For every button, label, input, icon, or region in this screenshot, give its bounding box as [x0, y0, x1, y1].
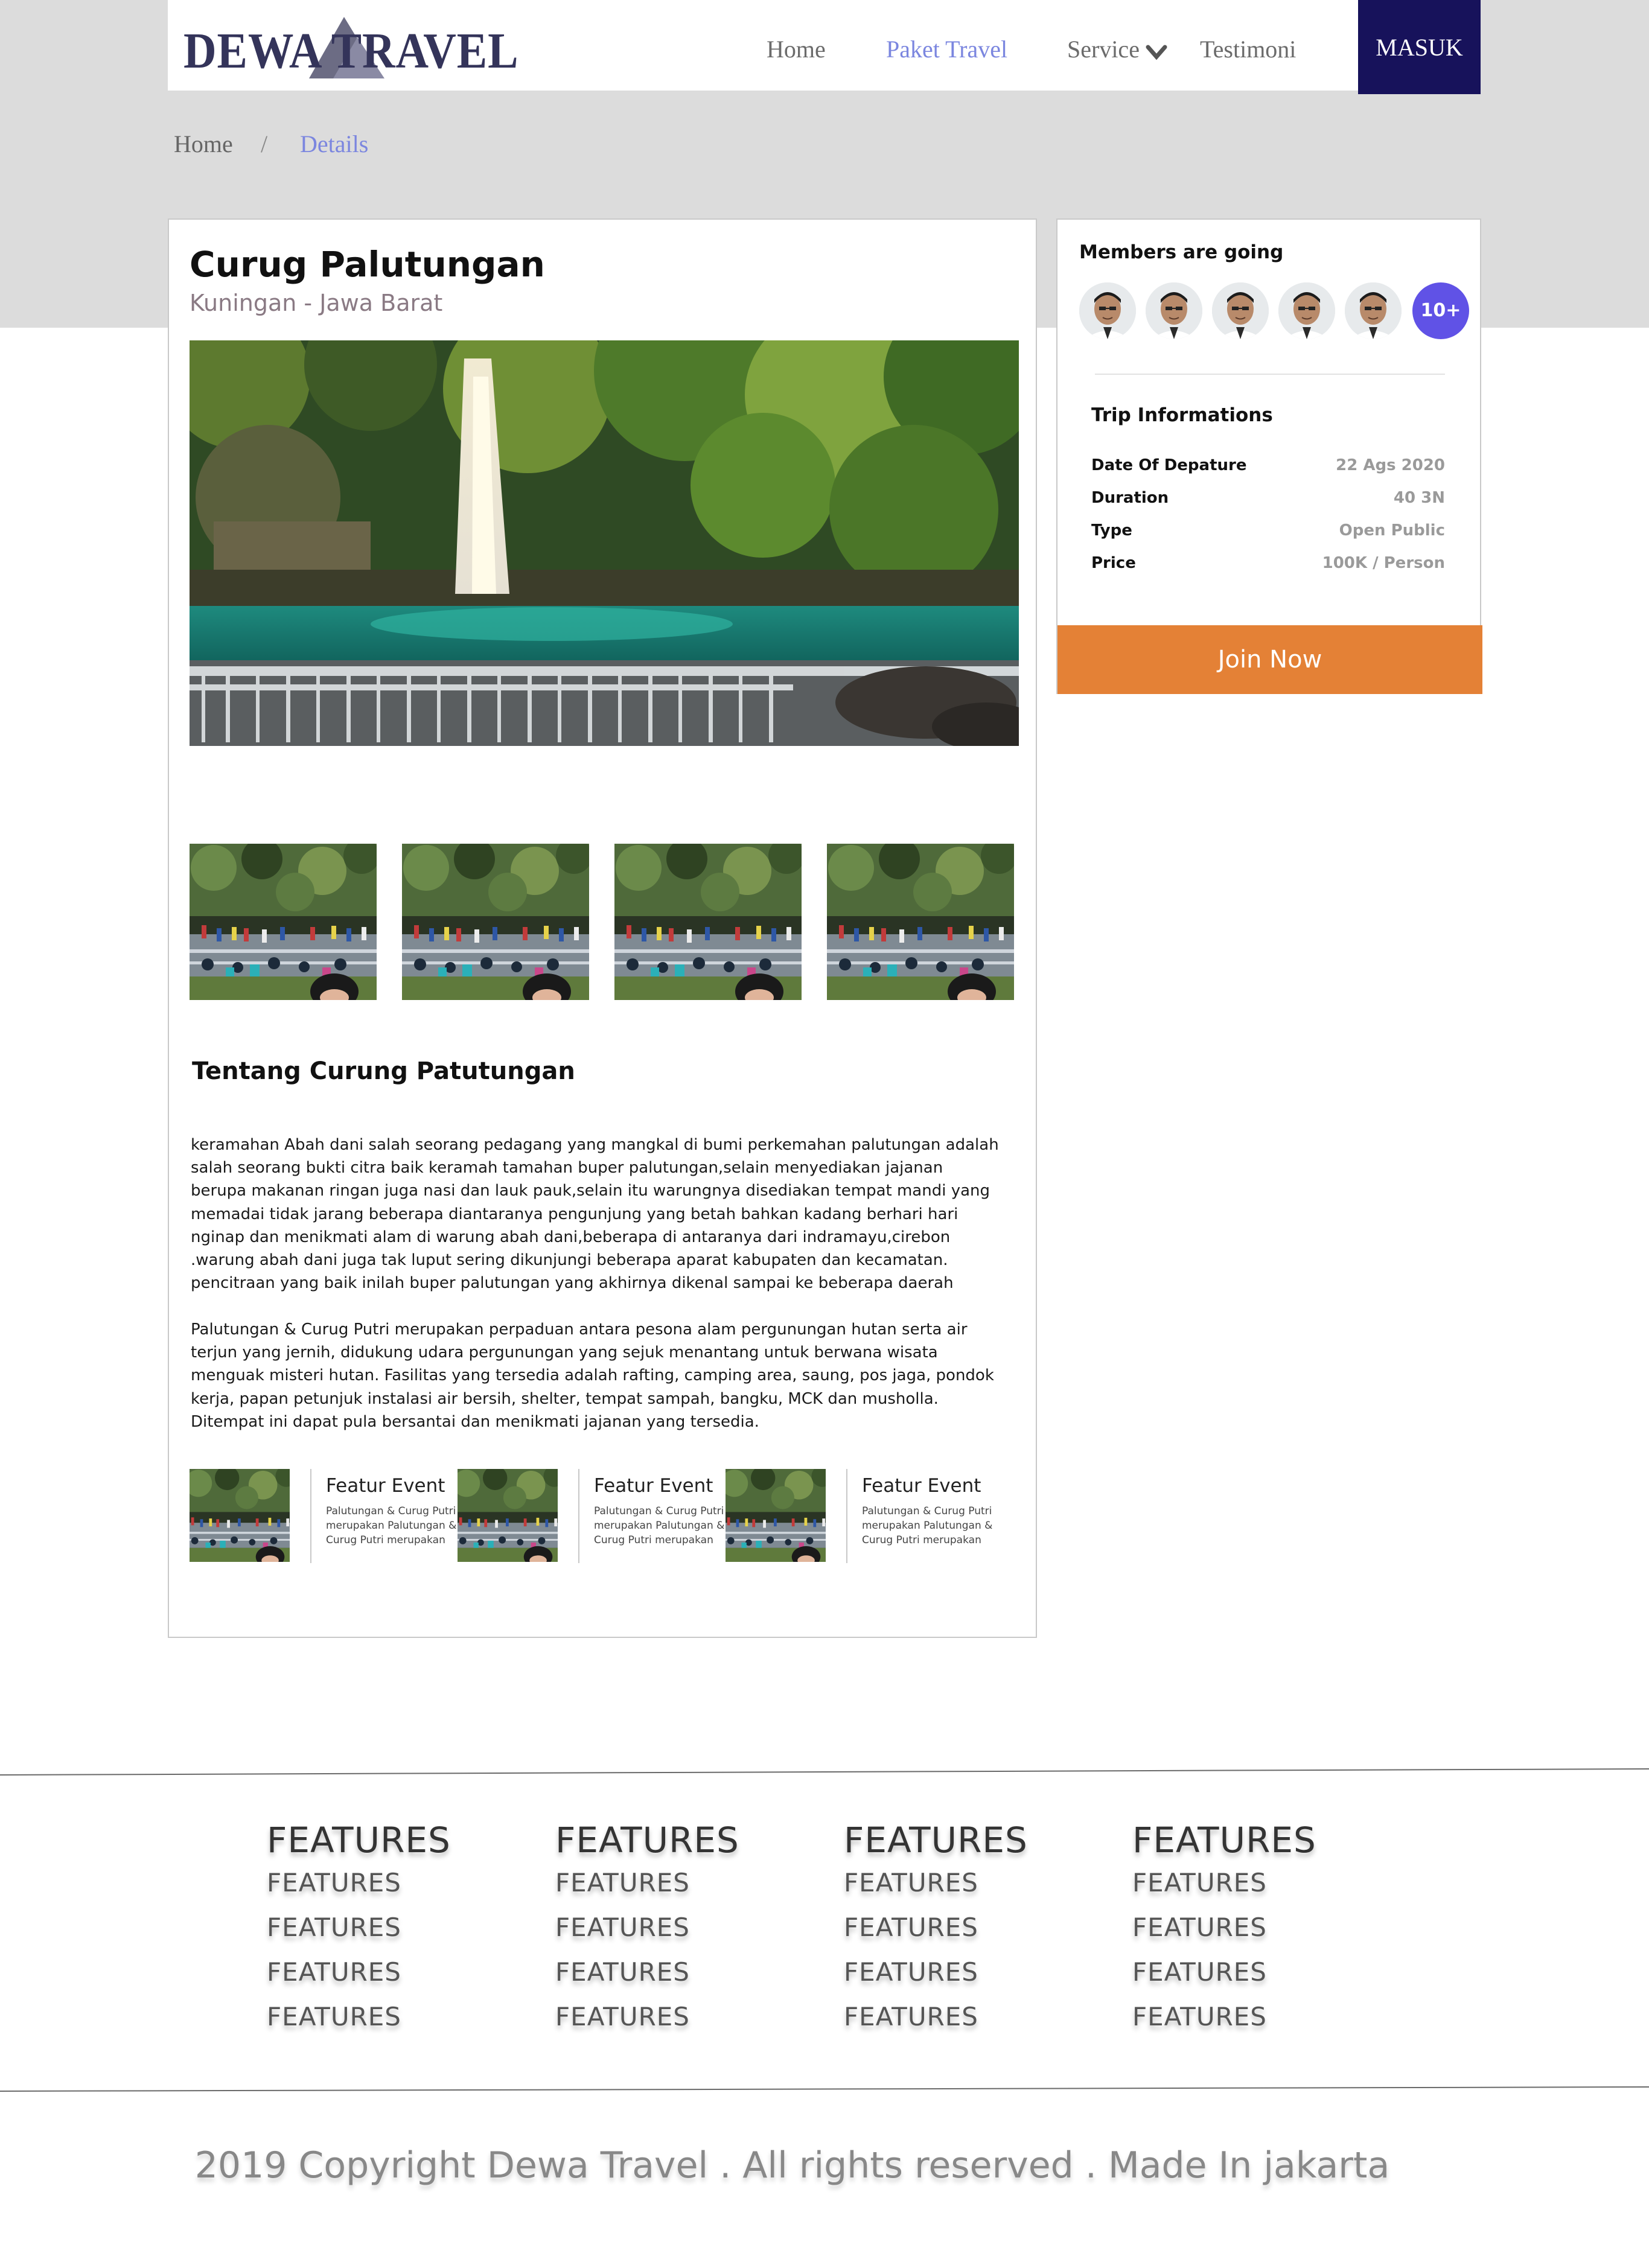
login-button[interactable]: MASUK [1358, 0, 1481, 94]
members-title: Members are going [1079, 241, 1284, 263]
join-now-button[interactable]: Join Now [1057, 625, 1482, 694]
feature-event-card[interactable]: Featur Event Palutungan & Curug Putri me… [726, 1469, 992, 1566]
about-paragraph: keramahan Abah dani salah seorang pedaga… [191, 1136, 999, 1293]
feature-event-description: Palutungan & Curug Putri merupakan Palut… [594, 1505, 725, 1546]
feature-divider [310, 1469, 311, 1563]
feature-divider [578, 1469, 579, 1563]
breadcrumb-separator: / [261, 130, 268, 158]
about-section-title: Tentang Curung Patutungan [192, 1057, 575, 1085]
avatar[interactable] [1212, 282, 1269, 339]
footer-column: FEATURES FEATURES FEATURES FEATURES FEAT… [555, 1820, 797, 2039]
feature-event-card[interactable]: Featur Event Palutungan & Curug Putri me… [458, 1469, 724, 1566]
footer-link[interactable]: FEATURES [555, 1905, 797, 1950]
gallery-thumbnail[interactable] [614, 844, 802, 1000]
footer-column-heading: FEATURES [844, 1820, 1028, 1861]
feature-event-image [458, 1469, 558, 1562]
footer-link[interactable]: FEATURES [844, 1995, 1085, 2039]
nav-testimoni-link[interactable]: Testimoni [1200, 35, 1296, 63]
destination-details-card: Curug Palutungan Kuningan - Jawa Barat T… [168, 218, 1037, 1638]
footer-link[interactable]: FEATURES [267, 1861, 508, 1905]
brand-name: DEWA TRAVEL [183, 23, 519, 79]
feature-event-description: Palutungan & Curug Putri merupakan Palut… [862, 1505, 993, 1546]
feature-event-image [190, 1469, 290, 1562]
feature-event-image [726, 1469, 826, 1562]
footer-link[interactable]: FEATURES [267, 1950, 508, 1995]
feature-divider [846, 1469, 847, 1563]
footer-column: FEATURES FEATURES FEATURES FEATURES FEAT… [1132, 1820, 1374, 2039]
footer-column-heading: FEATURES [555, 1820, 739, 1861]
avatar[interactable] [1146, 282, 1202, 339]
footer-link[interactable]: FEATURES [267, 1995, 508, 2039]
footer-link[interactable]: FEATURES [844, 1861, 1085, 1905]
feature-event-description: Palutungan & Curug Putri merupakan Palut… [326, 1505, 457, 1546]
feature-event-title: Featur Event [594, 1475, 713, 1497]
sidebar-divider [1095, 374, 1445, 375]
avatar[interactable] [1278, 282, 1335, 339]
breadcrumb-home-link[interactable]: Home [174, 130, 233, 158]
about-paragraph: Palutungan & Curug Putri merupakan perpa… [191, 1320, 994, 1431]
footer-column-heading: FEATURES [267, 1820, 451, 1861]
copyright-text: 2019 Copyright Dewa Travel . All rights … [194, 2144, 1390, 2187]
nav-home-link[interactable]: Home [767, 35, 826, 63]
footer-column: FEATURES FEATURES FEATURES FEATURES FEAT… [844, 1820, 1085, 2039]
trip-info-value: 22 Ags 2020 [1336, 456, 1445, 474]
footer-link[interactable]: FEATURES [267, 1905, 508, 1950]
brand-logo[interactable]: DEWA TRAVEL [182, 13, 518, 80]
avatar[interactable] [1079, 282, 1136, 339]
trip-info-label: Duration [1091, 489, 1169, 507]
footer-link[interactable]: FEATURES [1132, 1950, 1374, 1995]
feature-event-card[interactable]: Featur Event Palutungan & Curug Putri me… [190, 1469, 456, 1566]
feature-event-title: Featur Event [862, 1475, 981, 1497]
avatar[interactable] [1345, 282, 1402, 339]
nav-service-link[interactable]: Service [1067, 35, 1140, 63]
gallery-thumbnail[interactable] [827, 844, 1014, 1000]
chevron-down-icon[interactable] [1144, 42, 1169, 63]
destination-title: Curug Palutungan [190, 244, 545, 285]
trip-info-value: 100K / Person [1322, 554, 1445, 572]
trip-info-label: Price [1091, 554, 1136, 572]
trip-info-value: 40 3N [1393, 489, 1445, 507]
more-members-badge[interactable]: 10+ [1412, 282, 1469, 339]
footer-link[interactable]: FEATURES [1132, 1905, 1374, 1950]
top-navbar: DEWA TRAVEL Home Paket Travel Service Te… [168, 0, 1481, 91]
nav-paket-travel-link[interactable]: Paket Travel [886, 35, 1007, 63]
footer-link[interactable]: FEATURES [1132, 1995, 1374, 2039]
trip-info-value: Open Public [1339, 521, 1445, 540]
footer-link[interactable]: FEATURES [1132, 1861, 1374, 1905]
footer-link[interactable]: FEATURES [555, 1995, 797, 2039]
footer-link[interactable]: FEATURES [844, 1905, 1085, 1950]
gallery-thumbnail[interactable] [402, 844, 589, 1000]
hero-waterfall-image [190, 340, 1019, 746]
footer-link[interactable]: FEATURES [555, 1861, 797, 1905]
trip-info-label: Type [1091, 521, 1132, 540]
footer-link[interactable]: FEATURES [844, 1950, 1085, 1995]
footer-divider [0, 1768, 1649, 1776]
footer-divider [0, 2086, 1649, 2092]
trip-sidebar-card: Members are going 10+ Trip Informations … [1056, 218, 1482, 694]
feature-event-title: Featur Event [326, 1475, 445, 1497]
trip-info-title: Trip Informations [1091, 404, 1273, 426]
trip-info-label: Date Of Depature [1091, 456, 1247, 474]
footer-column: FEATURES FEATURES FEATURES FEATURES FEAT… [267, 1820, 508, 2039]
footer-link[interactable]: FEATURES [555, 1950, 797, 1995]
breadcrumb-current: Details [300, 130, 369, 158]
gallery-thumbnail[interactable] [190, 844, 377, 1000]
footer-column-heading: FEATURES [1132, 1820, 1316, 1861]
destination-location: Kuningan - Jawa Barat [190, 290, 443, 316]
